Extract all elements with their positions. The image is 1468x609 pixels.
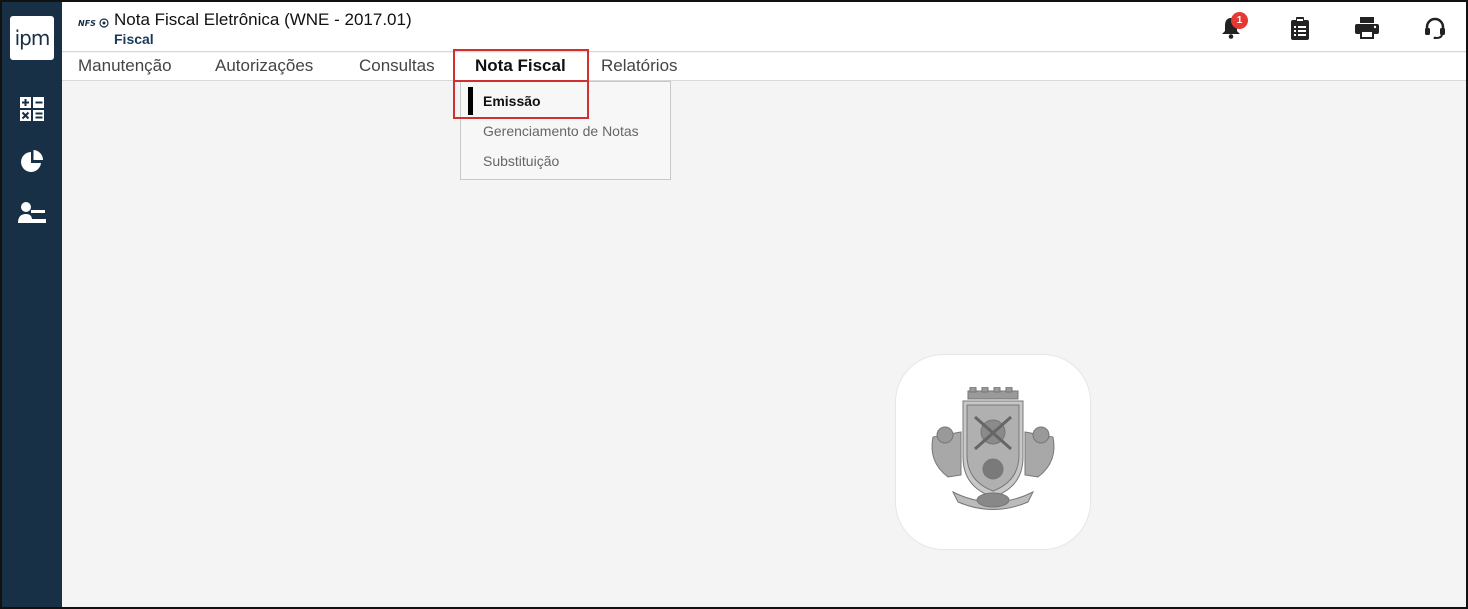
main-menu: Manutenção Autorizações Consultas Nota F… (62, 53, 1466, 81)
dropdown-item-substituicao[interactable]: Substituição (483, 153, 559, 169)
pie-chart-icon[interactable] (17, 147, 47, 177)
notification-badge: 1 (1231, 12, 1248, 29)
sidebar: ipm (2, 2, 62, 607)
coat-of-arms-icon (931, 387, 1055, 510)
nfs-emblem-icon (99, 18, 109, 28)
menu-relatorios[interactable]: Relatórios (601, 56, 678, 76)
menu-nota-fiscal[interactable]: Nota Fiscal (475, 56, 566, 76)
municipal-crest (895, 354, 1091, 550)
clipboard-icon[interactable] (1288, 16, 1312, 40)
printer-icon[interactable] (1355, 16, 1379, 40)
nfs-logo: NFS (78, 18, 109, 28)
menu-consultas[interactable]: Consultas (359, 56, 435, 76)
logo-text: ipm (14, 26, 51, 50)
menu-manutencao[interactable]: Manutenção (78, 56, 172, 76)
nota-fiscal-dropdown: Emissão Gerenciamento de Notas Substitui… (460, 81, 671, 180)
menu-autorizacoes[interactable]: Autorizações (215, 56, 313, 76)
app-title: Nota Fiscal Eletrônica (WNE - 2017.01) (114, 10, 412, 29)
headset-icon[interactable] (1423, 16, 1447, 40)
user-desk-icon[interactable] (17, 199, 47, 229)
dropdown-item-gerenciamento[interactable]: Gerenciamento de Notas (483, 123, 639, 139)
nfs-badge-text: NFS (78, 19, 96, 28)
top-header: NFS Nota Fiscal Eletrônica (WNE - 2017.0… (62, 2, 1466, 52)
app-window: ipm NFS Nota Fiscal Eletrônica (WNE - 20… (0, 0, 1468, 609)
dropdown-item-emissao[interactable]: Emissão (483, 93, 541, 109)
app-subtitle: Fiscal (114, 31, 154, 47)
ipm-logo[interactable]: ipm (10, 16, 54, 60)
calculator-icon[interactable] (17, 94, 47, 124)
selected-indicator (468, 87, 473, 115)
bell-icon[interactable]: 1 (1219, 12, 1248, 40)
